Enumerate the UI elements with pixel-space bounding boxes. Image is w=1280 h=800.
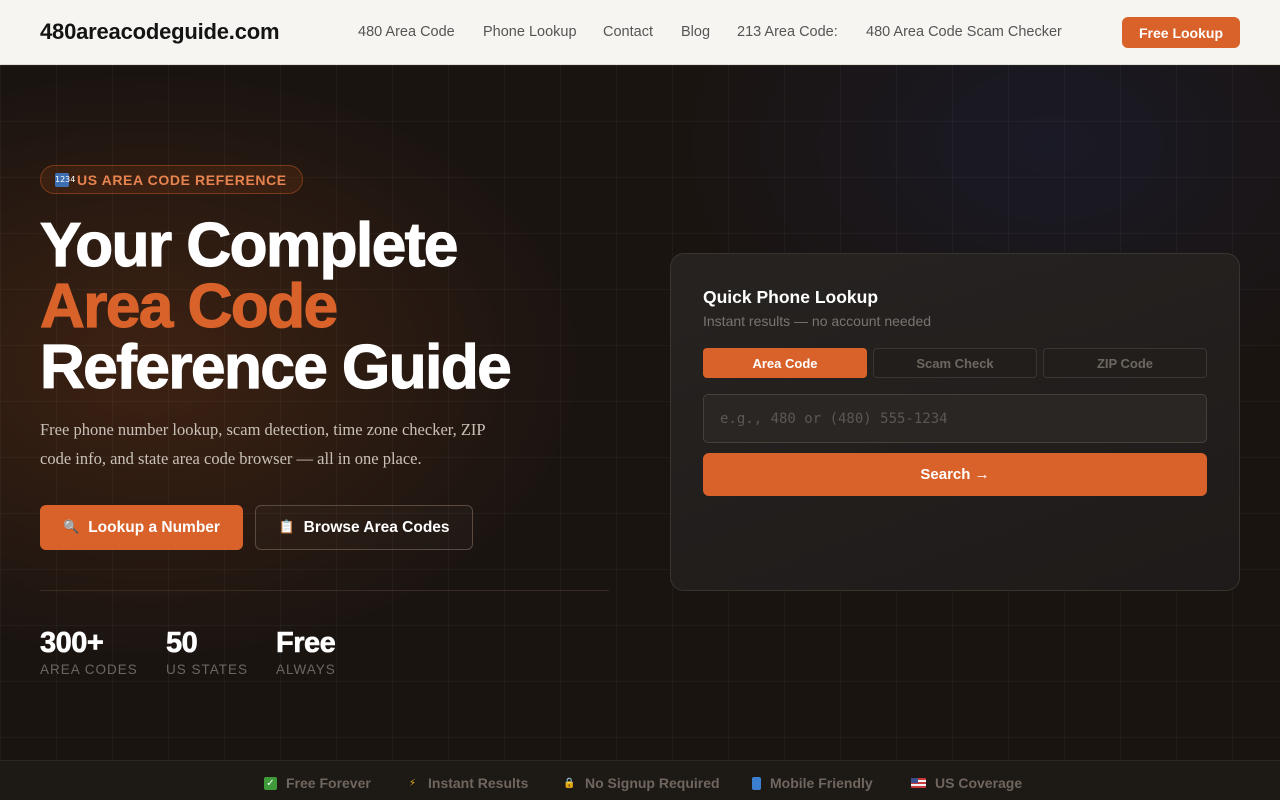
hero-description: Free phone number lookup, scam detection… (40, 420, 485, 468)
nav-link-phone-lookup[interactable]: Phone Lookup (483, 24, 577, 40)
feature-label: US Coverage (935, 775, 1023, 791)
feature-mobile-friendly: Mobile Friendly (752, 775, 873, 791)
nav-link-contact[interactable]: Contact (603, 24, 653, 40)
hero-badge-label: US AREA CODE REFERENCE (77, 171, 287, 188)
card-subtitle: Instant results — no account needed (703, 313, 932, 329)
numbers-icon: 1234 (55, 172, 75, 187)
feature-strip: ✓ Free Forever ⚡ Instant Results 🔒 No Si… (0, 760, 1280, 800)
hero-divider (40, 590, 609, 591)
stat-us-states: 50 US STATES (166, 627, 248, 677)
nav-link-213-area-code[interactable]: 213 Area Code: (737, 24, 838, 40)
stat-label: US STATES (166, 662, 249, 677)
browse-area-codes-label: Browse Area Codes (303, 518, 450, 536)
stat-value: 50 (166, 627, 198, 660)
stat-label: AREA CODES (40, 662, 138, 677)
quick-lookup-card: Quick Phone Lookup Instant results — no … (670, 253, 1240, 591)
stat-value: Free (276, 627, 336, 660)
hero-badge: 1234 US AREA CODE REFERENCE (40, 165, 303, 194)
hero-title-line-2: Area Code (39, 272, 338, 341)
stat-area-codes: 300+ AREA CODES (40, 627, 138, 677)
tab-zip-code[interactable]: ZIP Code (1043, 348, 1207, 378)
lock-icon: 🔒 (563, 777, 576, 789)
feature-instant-results: ⚡ Instant Results (406, 775, 528, 791)
feature-label: Instant Results (428, 775, 529, 791)
stat-value: 300+ (40, 627, 104, 660)
nav-link-scam-checker[interactable]: 480 Area Code Scam Checker (866, 24, 1062, 40)
hero-title-line-3: Reference Guide (39, 333, 512, 402)
clipboard-icon: 📋 (278, 520, 295, 535)
phone-search-input[interactable] (703, 394, 1207, 443)
feature-label: No Signup Required (585, 775, 720, 791)
lookup-number-button[interactable]: 🔍 Lookup a Number (40, 505, 243, 550)
feature-free-forever: ✓ Free Forever (264, 775, 371, 791)
feature-label: Free Forever (286, 775, 371, 791)
nav-link-blog[interactable]: Blog (681, 24, 710, 40)
lookup-number-label: Lookup a Number (88, 518, 220, 536)
tab-scam-check[interactable]: Scam Check (873, 348, 1037, 378)
tab-area-code[interactable]: Area Code (703, 348, 867, 378)
site-logo[interactable]: 480areacodeguide.com (40, 19, 280, 45)
card-title: Quick Phone Lookup (703, 287, 879, 307)
feature-no-signup: 🔒 No Signup Required (563, 775, 720, 791)
lightning-icon: ⚡ (408, 777, 417, 789)
feature-label: Mobile Friendly (770, 775, 873, 791)
hero-section: 1234 US AREA CODE REFERENCE Your Complet… (0, 65, 1280, 760)
nav-link-480-area-code[interactable]: 480 Area Code (358, 24, 455, 40)
stat-free: Free ALWAYS (276, 627, 336, 677)
site-header: 480areacodeguide.com 480 Area Code Phone… (0, 0, 1280, 65)
stat-label: ALWAYS (276, 662, 336, 677)
free-lookup-button[interactable]: Free Lookup (1122, 17, 1240, 48)
browse-area-codes-button[interactable]: 📋 Browse Area Codes (255, 505, 473, 550)
hero-title-line-1: Your Complete (39, 211, 459, 280)
check-icon: ✓ (264, 776, 277, 790)
search-button[interactable]: Search → (703, 453, 1207, 496)
feature-us-coverage: US Coverage (911, 775, 1022, 791)
us-flag-icon (911, 778, 926, 788)
mobile-icon (752, 776, 761, 790)
hero-title: Your Complete Area Code Reference Guide (39, 211, 512, 402)
magnifier-icon: 🔍 (63, 520, 80, 535)
